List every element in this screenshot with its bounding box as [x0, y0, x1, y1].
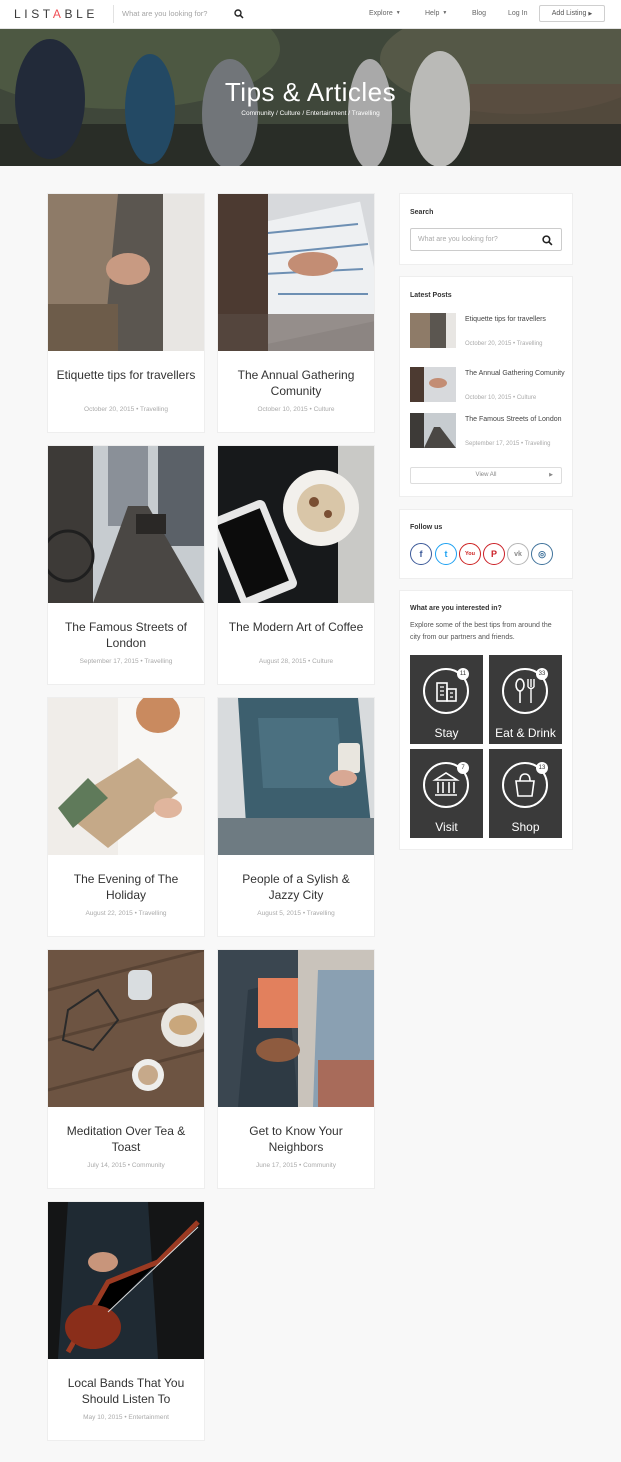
search-widget: Search What are you looking for? — [399, 193, 573, 265]
post-thumbnail[interactable] — [218, 194, 374, 351]
latest-post-meta: September 17, 2015 • Travelling — [465, 441, 551, 447]
tile-label: Shop — [511, 820, 540, 834]
nav-explore[interactable]: Explore ▼ — [369, 10, 401, 17]
post-thumbnail[interactable] — [218, 698, 374, 855]
category-tile-stay[interactable]: 11 Stay — [410, 655, 483, 744]
category-link-travelling[interactable]: Travelling — [352, 110, 380, 117]
post-thumbnail[interactable] — [48, 1202, 204, 1359]
interests-widget: What are you interested in? Explore some… — [399, 590, 573, 850]
nav-help[interactable]: Help ▼ — [425, 10, 447, 17]
latest-posts-widget: Latest Posts Etiquette tips for travelle… — [399, 276, 573, 497]
category-link-entertainment[interactable]: Entertainment — [306, 110, 346, 117]
post-meta: August 5, 2015 • Travelling — [257, 910, 335, 917]
top-bar: LISTABLE What are you looking for? Explo… — [0, 0, 621, 29]
post-card[interactable]: Etiquette tips for travellers October 20… — [47, 193, 205, 433]
post-title[interactable]: People of a Sylish & Jazzy City — [226, 871, 366, 903]
instagram-icon[interactable]: ◎ — [531, 543, 553, 565]
facebook-icon[interactable]: f — [410, 543, 432, 565]
latest-post-item[interactable]: Etiquette tips for travellers October 20… — [410, 313, 565, 353]
category-tile-shop[interactable]: 13 Shop — [489, 749, 562, 838]
latest-post-title[interactable]: Etiquette tips for travellers — [465, 314, 565, 326]
post-card[interactable]: Get to Know Your Neighbors June 17, 2015… — [217, 949, 375, 1189]
latest-post-meta: October 10, 2015 • Culture — [465, 395, 537, 401]
interests-description: Explore some of the best tips from aroun… — [410, 622, 552, 641]
count-badge: 7 — [457, 762, 469, 774]
post-title[interactable]: The Famous Streets of London — [56, 619, 196, 651]
post-card[interactable]: The Modern Art of Coffee August 28, 2015… — [217, 445, 375, 685]
post-thumbnail[interactable] — [48, 698, 204, 855]
hero-banner: Tips & Articles Community / Culture / En… — [0, 29, 621, 166]
post-title[interactable]: Meditation Over Tea & Toast — [56, 1123, 196, 1155]
category-tile-visit[interactable]: 7 Visit — [410, 749, 483, 838]
category-link-culture[interactable]: Culture — [280, 110, 301, 117]
widget-title: What are you interested in? — [410, 605, 502, 612]
tile-label: Eat & Drink — [495, 726, 556, 740]
post-thumbnail[interactable] — [218, 950, 374, 1107]
widget-title: Search — [410, 209, 434, 216]
latest-post-item[interactable]: The Annual Gathering Comunity October 10… — [410, 367, 565, 407]
twitter-icon[interactable]: t — [435, 543, 457, 565]
category-link-community[interactable]: Community — [241, 110, 274, 117]
post-title[interactable]: Etiquette tips for travellers — [56, 367, 196, 383]
tile-label: Stay — [434, 726, 459, 740]
count-badge: 13 — [536, 762, 548, 774]
widget-title: Latest Posts — [410, 292, 452, 299]
category-links: Community / Culture / Entertainment / Tr… — [241, 110, 380, 117]
post-meta: October 10, 2015 • Culture — [257, 406, 335, 413]
post-meta: August 22, 2015 • Travelling — [85, 910, 167, 917]
nav-blog[interactable]: Blog — [472, 10, 486, 17]
post-thumbnail[interactable] — [218, 446, 374, 603]
post-card[interactable]: The Annual Gathering Comunity October 10… — [217, 193, 375, 433]
post-card[interactable]: People of a Sylish & Jazzy City August 5… — [217, 697, 375, 937]
post-card[interactable]: The Evening of The Holiday August 22, 20… — [47, 697, 205, 937]
post-thumbnail[interactable] — [48, 194, 204, 351]
tile-label: Visit — [435, 820, 458, 834]
page-title: Tips & Articles — [224, 77, 397, 107]
post-title[interactable]: The Evening of The Holiday — [56, 871, 196, 903]
search-icon[interactable] — [542, 235, 553, 246]
post-card[interactable]: Meditation Over Tea & Toast July 14, 201… — [47, 949, 205, 1189]
widget-title: Follow us — [410, 524, 443, 531]
post-meta: September 17, 2015 • Travelling — [79, 658, 173, 665]
post-thumbnail[interactable] — [410, 367, 456, 402]
follow-us-widget: Follow us f t You P vk ◎ — [399, 509, 573, 579]
count-badge: 33 — [536, 668, 548, 680]
site-logo[interactable]: LISTABLE — [14, 7, 98, 21]
add-listing-button[interactable]: Add Listing ▶ — [539, 5, 605, 22]
post-card[interactable]: The Famous Streets of London September 1… — [47, 445, 205, 685]
youtube-icon[interactable]: You — [459, 543, 481, 565]
post-meta: October 20, 2015 • Travelling — [84, 406, 168, 413]
post-meta: July 14, 2015 • Community — [87, 1162, 165, 1169]
search-icon[interactable] — [234, 9, 244, 19]
post-thumbnail[interactable] — [48, 950, 204, 1107]
post-meta: June 17, 2015 • Community — [256, 1162, 336, 1169]
vk-icon[interactable]: vk — [507, 543, 529, 565]
divider — [113, 5, 114, 23]
nav-login[interactable]: Log In — [508, 10, 527, 17]
latest-post-meta: October 20, 2015 • Travelling — [465, 341, 543, 347]
post-thumbnail[interactable] — [48, 446, 204, 603]
post-meta: May 10, 2015 • Entertainment — [83, 1414, 169, 1421]
post-meta: August 28, 2015 • Culture — [258, 658, 334, 665]
post-title[interactable]: Get to Know Your Neighbors — [226, 1123, 366, 1155]
view-all-button[interactable]: View All ▶ — [410, 467, 562, 484]
post-title[interactable]: Local Bands That You Should Listen To — [56, 1375, 196, 1407]
category-tile-eat-drink[interactable]: 33 Eat & Drink — [489, 655, 562, 744]
sidebar-search-input[interactable]: What are you looking for? — [410, 228, 562, 251]
post-card[interactable]: Local Bands That You Should Listen To Ma… — [47, 1201, 205, 1441]
latest-post-title[interactable]: The Famous Streets of London — [465, 414, 565, 426]
count-badge: 11 — [457, 668, 469, 680]
post-thumbnail[interactable] — [410, 313, 456, 348]
header-search-input[interactable]: What are you looking for? — [122, 9, 207, 18]
post-thumbnail[interactable] — [410, 413, 456, 448]
post-title[interactable]: The Modern Art of Coffee — [226, 619, 366, 635]
pinterest-icon[interactable]: P — [483, 543, 505, 565]
latest-post-title[interactable]: The Annual Gathering Comunity — [465, 368, 565, 380]
latest-post-item[interactable]: The Famous Streets of London September 1… — [410, 413, 565, 453]
post-title[interactable]: The Annual Gathering Comunity — [226, 367, 366, 399]
